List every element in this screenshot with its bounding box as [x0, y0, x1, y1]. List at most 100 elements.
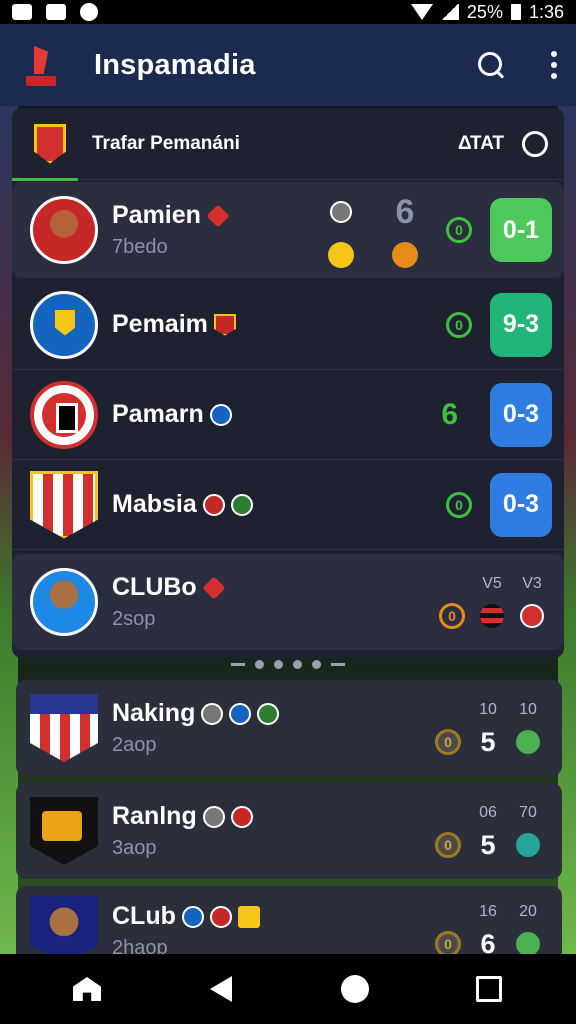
match-card[interactable]: Ranlng 3aop 06 70 0 5 — [16, 783, 562, 879]
score-value: 6 — [480, 928, 496, 955]
signal-icon — [440, 4, 459, 20]
club-badge-icon — [202, 805, 225, 828]
gold-coin-icon — [328, 241, 354, 268]
club-badge-icon — [201, 702, 224, 725]
team-name: Ranlng — [112, 802, 197, 830]
club-badge-icon — [257, 702, 280, 725]
coin-indicator: 0 — [435, 832, 461, 858]
team-subtitle: 3aop — [112, 837, 157, 859]
score-value: 5 — [480, 726, 496, 757]
score-button[interactable]: 0-3 — [490, 382, 552, 447]
match-row[interactable]: Mabsia 0 0-3 — [12, 460, 564, 550]
team-crest-icon — [30, 470, 98, 539]
match-card[interactable]: CLub 2haop 16 20 0 6 — [16, 886, 562, 954]
filter-radio-toggle[interactable] — [522, 130, 548, 157]
club-badge-icon — [209, 403, 232, 426]
assistant-button[interactable] — [335, 969, 375, 1009]
stat-label: V5 — [482, 575, 502, 592]
stat-label: 70 — [519, 804, 537, 821]
league-filter-bar[interactable]: Trafar Pemanáni ΔΤΑΤ — [12, 108, 564, 181]
team-name: Pemaim — [112, 310, 208, 338]
team-flag-icon — [480, 604, 504, 628]
heart-badge-icon — [202, 575, 226, 600]
match-row[interactable]: CLUBo 2sop V5 V3 0 — [12, 554, 564, 650]
club-badge-icon — [209, 905, 232, 928]
home-button[interactable] — [67, 969, 107, 1009]
team-flag-icon — [516, 833, 540, 857]
club-badge-icon — [237, 905, 260, 928]
team-crest-icon — [30, 380, 98, 449]
match-row[interactable]: Pamien 7bedo 6 0 0-1 — [12, 182, 564, 278]
home-icon — [73, 977, 101, 1001]
team-crest-icon — [30, 694, 98, 762]
app-title: Inspamadia — [94, 48, 256, 81]
team-subtitle: 2sop — [112, 608, 156, 630]
club-badge-icon — [230, 493, 253, 516]
team-name: CLUBo — [112, 573, 197, 601]
camera-notification-icon — [80, 3, 98, 21]
heart-badge-icon — [206, 203, 230, 228]
team-subtitle: 7bedo — [112, 236, 168, 258]
team-flag-icon — [516, 730, 540, 754]
search-icon[interactable] — [476, 50, 506, 80]
stat-label: V3 — [522, 575, 542, 592]
orange-coin-icon — [392, 241, 418, 268]
club-badge-icon — [330, 201, 352, 223]
more-vert-icon[interactable] — [550, 51, 558, 79]
score-value: 5 — [480, 829, 496, 860]
page-dot[interactable] — [274, 659, 283, 669]
page-dot[interactable] — [312, 659, 321, 669]
system-navigation-bar — [0, 954, 576, 1024]
score-button[interactable]: 0-3 — [490, 472, 552, 537]
status-indicator: 0 — [446, 491, 472, 518]
battery-icon — [510, 4, 521, 20]
back-button[interactable] — [201, 969, 241, 1009]
maps-notification-icon — [46, 4, 66, 20]
team-crest-icon — [30, 196, 98, 264]
app-bar: Inspamadia — [0, 24, 576, 106]
match-row[interactable]: Pamarn 6 0-3 — [12, 370, 564, 460]
recents-button[interactable] — [469, 969, 509, 1009]
score-button[interactable]: 9-3 — [490, 292, 552, 357]
team-name: CLub — [112, 902, 176, 930]
filter-date: ΔΤΑΤ — [457, 132, 504, 154]
stat-label: 16 — [479, 903, 497, 920]
status-indicator: 0 — [446, 311, 472, 338]
club-badge-icon — [202, 493, 225, 516]
league-crest-icon — [34, 123, 66, 164]
league-filter-label: Trafar Pemanáni — [92, 132, 240, 154]
page-dot[interactable] — [255, 659, 264, 669]
clock: 1:36 — [528, 1, 564, 22]
club-badge-icon — [229, 702, 252, 725]
club-badge-icon — [181, 905, 204, 928]
status-number: 6 — [441, 397, 458, 431]
wifi-icon — [410, 4, 433, 20]
team-name: Pamien — [112, 201, 201, 229]
team-crest-icon — [30, 896, 98, 954]
gallery-notification-icon — [12, 4, 32, 20]
back-icon — [210, 976, 232, 1002]
stat-label: 06 — [479, 804, 497, 821]
recents-icon — [476, 976, 502, 1002]
team-crest-icon — [30, 797, 98, 865]
circle-home-icon — [341, 975, 369, 1003]
player-avatar — [30, 568, 98, 636]
shield-badge-icon — [213, 313, 236, 336]
stat-label: 10 — [479, 701, 497, 718]
team-subtitle: 2haop — [112, 937, 168, 954]
score-button[interactable]: 0-1 — [490, 198, 552, 262]
status-bar: 25% 1:36 — [0, 0, 576, 24]
team-subtitle: 2aop — [112, 734, 157, 756]
coin-indicator: 0 — [435, 931, 461, 954]
club-badge-icon — [230, 805, 253, 828]
team-name: Pamarn — [112, 400, 204, 428]
battery-percent: 25% — [466, 1, 503, 22]
match-row[interactable]: Pemaim 0 9-3 — [12, 280, 564, 370]
match-card[interactable]: Naking 2aop 10 10 0 5 — [16, 680, 562, 776]
app-logo-icon — [24, 44, 58, 86]
coin-indicator: 0 — [439, 603, 465, 629]
active-tab-indicator — [12, 178, 78, 181]
coin-indicator: 0 — [435, 729, 461, 755]
page-dot[interactable] — [293, 659, 302, 669]
team-name: Mabsia — [112, 490, 197, 518]
